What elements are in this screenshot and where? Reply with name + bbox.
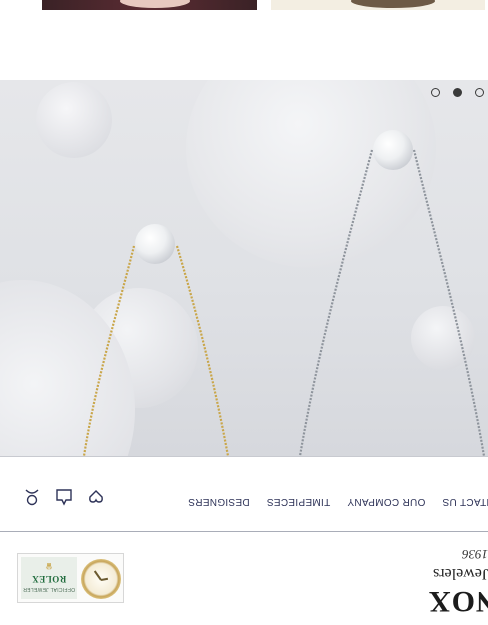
product-thumbnail-left[interactable] xyxy=(42,0,257,10)
nav-item-designers[interactable]: DESIGNERS xyxy=(188,493,250,507)
nav-icon-group xyxy=(22,487,106,507)
nav-item-timepieces[interactable]: TIMEPIECES xyxy=(267,493,331,507)
brand-tagline: Jewelers xyxy=(432,565,488,582)
brand-name: NOX xyxy=(428,585,488,618)
silver-necklace-pearl xyxy=(373,130,413,170)
pearl-necklaces-image xyxy=(82,130,486,456)
brand-established-year: 1936 xyxy=(462,547,488,562)
rolex-subtitle: OFFICIAL JEWELER xyxy=(22,586,76,592)
product-thumbnail-right[interactable] xyxy=(271,0,485,10)
carousel-dot[interactable] xyxy=(475,88,484,97)
shopping-bag-icon[interactable] xyxy=(54,487,74,507)
rolex-clock-icon xyxy=(81,559,121,599)
carousel-dot-active[interactable] xyxy=(453,88,462,97)
nav-item-our-company[interactable]: OUR COMPANY xyxy=(347,493,425,507)
nav-menu: DESIGNERS TIMEPIECES OUR COMPANY CONTACT… xyxy=(188,493,488,507)
carousel-dot[interactable] xyxy=(431,88,440,97)
crown-icon: ♛ xyxy=(44,561,53,571)
rolex-logo-panel: ♛ ROLEX OFFICIAL JEWELER xyxy=(21,557,77,599)
brand-logo[interactable]: 1936 Jewelers NOX xyxy=(424,540,488,620)
hero-banner[interactable] xyxy=(0,80,488,456)
wishlist-heart-icon[interactable] xyxy=(86,487,106,507)
account-icon[interactable] xyxy=(22,487,42,507)
nav-item-contact-us[interactable]: CONTACT US xyxy=(442,493,488,507)
main-navigation-bar: DESIGNERS TIMEPIECES OUR COMPANY CONTACT… xyxy=(0,456,488,532)
rolex-official-jeweler-badge[interactable]: ♛ ROLEX OFFICIAL JEWELER xyxy=(17,553,124,603)
rolex-wordmark: ROLEX xyxy=(31,574,67,584)
carousel-dots xyxy=(431,88,484,97)
gold-necklace-pearl xyxy=(135,224,175,264)
